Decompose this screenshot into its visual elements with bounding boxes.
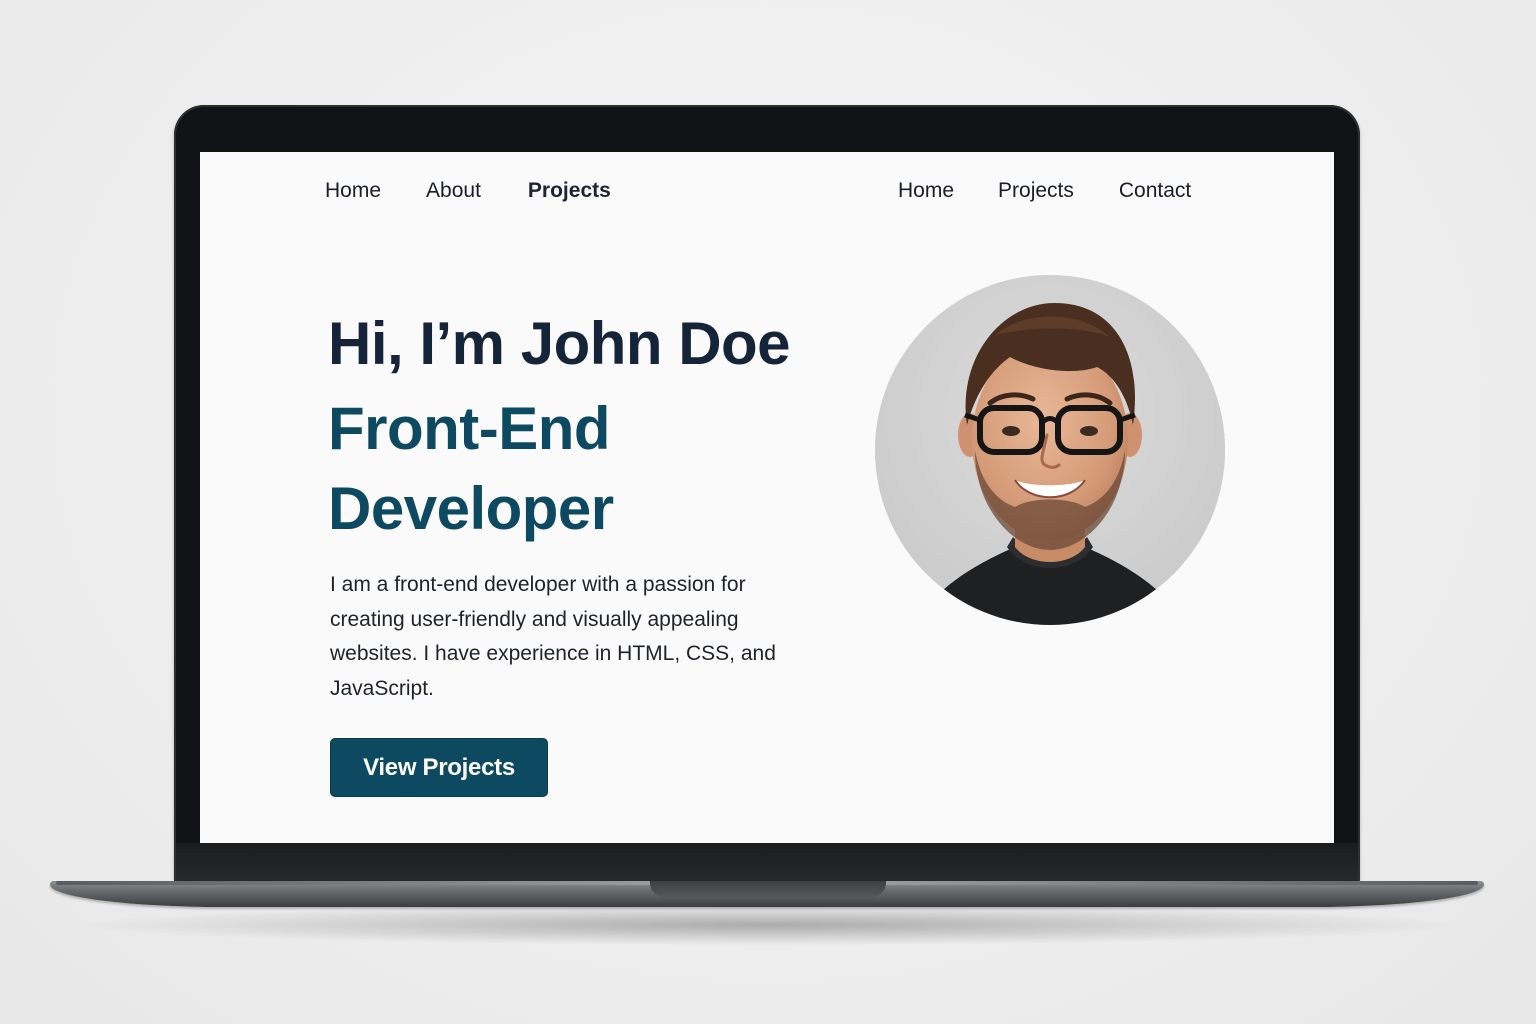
view-projects-button[interactable]: View Projects <box>330 738 548 797</box>
profile-photo-icon <box>875 275 1225 625</box>
nav-link-about[interactable]: About <box>426 179 481 203</box>
nav-link-projects-secondary[interactable]: Projects <box>998 179 1074 203</box>
hero-subtitle: Front-End Developer <box>328 395 614 542</box>
laptop-trackpad-notch <box>650 881 886 897</box>
primary-nav: Home About Projects <box>325 176 611 206</box>
nav-link-projects[interactable]: Projects <box>528 179 611 203</box>
laptop-bezel-bottom <box>176 843 1358 881</box>
hero-description: I am a front-end developer with a passio… <box>330 573 776 700</box>
nav-link-home[interactable]: Home <box>325 179 381 203</box>
hero-title: Hi, I’m John Doe <box>328 310 791 377</box>
laptop-shadow <box>90 905 1446 945</box>
profile-avatar <box>875 275 1225 625</box>
secondary-nav: Home Projects Contact <box>898 176 1191 206</box>
nav-link-home-secondary[interactable]: Home <box>898 179 954 203</box>
nav-link-contact[interactable]: Contact <box>1119 179 1191 203</box>
